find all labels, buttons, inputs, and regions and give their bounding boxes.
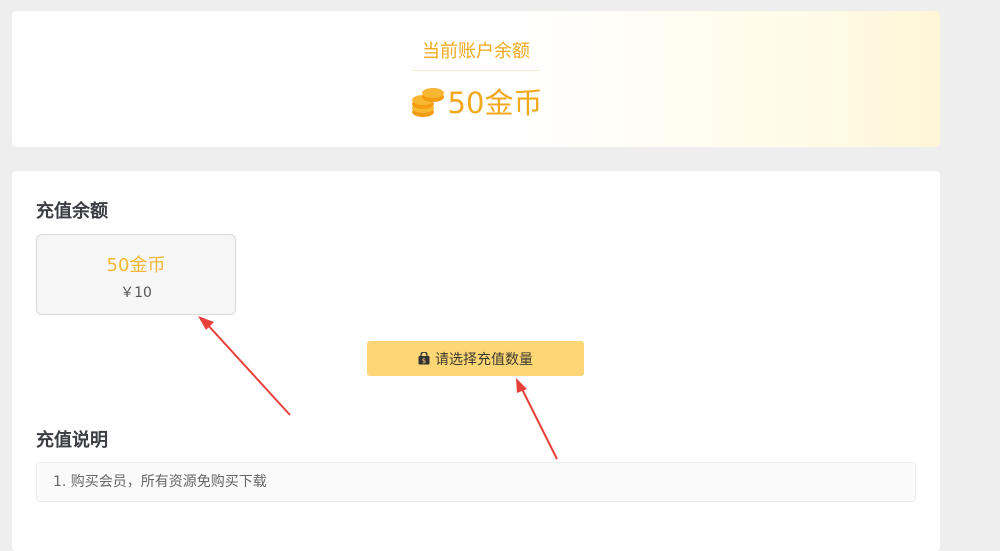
- select-amount-button[interactable]: $ 请选择充值数量: [367, 341, 584, 376]
- recharge-option-50-coins[interactable]: 50金币 ￥10: [36, 234, 236, 315]
- balance-card: 当前账户余额 50金币: [12, 11, 940, 147]
- description-item: 1. 购买会员，所有资源免购买下载: [53, 474, 267, 490]
- recharge-panel: 充值余额 50金币 ￥10 $ 请选择充值数量 充值说明 1. 购买会员，所有资…: [12, 171, 940, 551]
- balance-amount: 50金币: [447, 86, 543, 120]
- divider: [412, 70, 540, 71]
- option-price: ￥10: [120, 285, 152, 301]
- balance-amount-row: 50金币: [12, 85, 940, 121]
- balance-title: 当前账户余额: [422, 41, 530, 62]
- svg-text:$: $: [422, 357, 426, 365]
- description-box: 1. 购买会员，所有资源免购买下载: [36, 462, 916, 502]
- option-coins: 50金币: [106, 255, 166, 276]
- shopping-bag-icon: $: [418, 352, 430, 365]
- recharge-section-title: 充值余额: [36, 201, 108, 222]
- description-section-title: 充值说明: [36, 430, 108, 451]
- coins-stack-icon: [411, 88, 444, 117]
- select-amount-label: 请选择充值数量: [435, 351, 533, 368]
